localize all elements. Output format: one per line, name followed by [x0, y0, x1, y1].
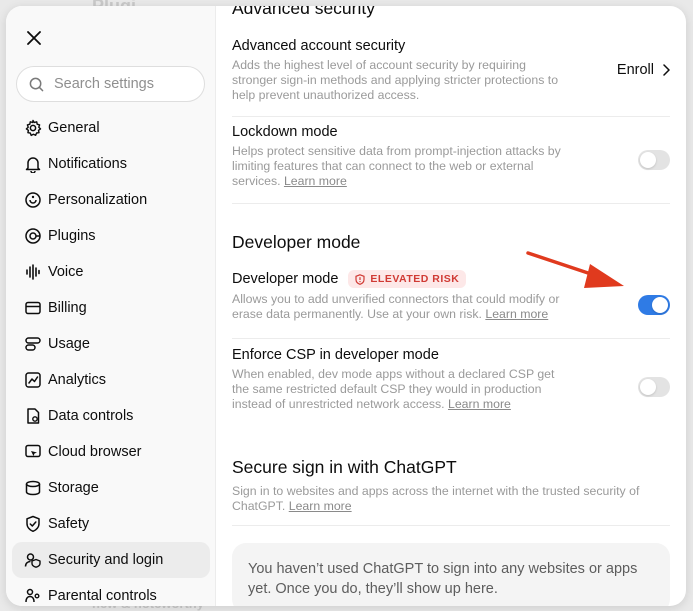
- secure-signin-desc: Sign in to websites and apps across the …: [232, 484, 640, 513]
- sidebar-item-plugins[interactable]: Plugins: [12, 218, 210, 254]
- developer-mode-desc: Allows you to add unverified connectors …: [232, 292, 560, 321]
- sidebar-item-label: Analytics: [48, 372, 107, 388]
- sidebar-item-label: Usage: [48, 336, 90, 352]
- advanced-account-desc: Adds the highest level of account securi…: [232, 58, 559, 102]
- sidebar-item-label: Personalization: [48, 192, 148, 208]
- developer-mode-heading: Developer mode: [232, 232, 361, 252]
- developer-mode-learn-more-link[interactable]: Learn more: [485, 307, 548, 321]
- search-input[interactable]: [54, 76, 194, 92]
- enforce-csp-title: Enforce CSP in developer mode: [232, 347, 439, 363]
- settings-modal: General Notifications Personalization Plugi…: [6, 6, 686, 606]
- sidebar-item-label: Parental controls: [48, 588, 157, 604]
- sidebar-item-parental-controls[interactable]: Parental controls: [12, 578, 210, 606]
- search-field[interactable]: [16, 66, 205, 102]
- sidebar-item-billing[interactable]: Billing: [12, 290, 210, 326]
- settings-content[interactable]: Advanced security Advanced account secur…: [216, 6, 686, 606]
- sidebar-item-personalization[interactable]: Personalization: [12, 182, 210, 218]
- settings-nav: General Notifications Personalization Plugi…: [12, 110, 210, 606]
- plugins-icon: [24, 227, 42, 245]
- sidebar-item-data-controls[interactable]: Data controls: [12, 398, 210, 434]
- bell-icon: [24, 155, 42, 173]
- personalization-icon: [24, 191, 42, 209]
- sidebar-item-label: General: [48, 120, 100, 136]
- close-icon: [27, 31, 41, 45]
- gear-icon: [24, 119, 42, 137]
- secure-signin-learn-more-link[interactable]: Learn more: [289, 499, 352, 513]
- lockdown-learn-more-link[interactable]: Learn more: [284, 174, 347, 188]
- sidebar-item-analytics[interactable]: Analytics: [12, 362, 210, 398]
- enforce-csp-row: Enforce CSP in developer mode When enabl…: [232, 347, 670, 412]
- sidebar-item-label: Billing: [48, 300, 87, 316]
- elevated-risk-badge: ELEVATED RISK: [348, 270, 467, 288]
- storage-icon: [24, 479, 42, 497]
- sidebar-item-label: Voice: [48, 264, 84, 280]
- cloud-browser-icon: [24, 443, 42, 461]
- security-icon: [24, 551, 42, 569]
- chevron-right-icon: [663, 64, 670, 76]
- sidebar-item-notifications[interactable]: Notifications: [12, 146, 210, 182]
- signin-empty-state: You haven’t used ChatGPT to sign into an…: [232, 543, 670, 606]
- sidebar-item-voice[interactable]: Voice: [12, 254, 210, 290]
- developer-mode-row: Developer mode ELEVATED RISK Allows you …: [232, 270, 670, 322]
- shield-icon: [24, 515, 42, 533]
- settings-sidebar: General Notifications Personalization Plugi…: [6, 6, 216, 606]
- advanced-account-row: Advanced account security Adds the highe…: [232, 38, 670, 103]
- sidebar-item-label: Storage: [48, 480, 99, 496]
- sidebar-item-label: Cloud browser: [48, 444, 142, 460]
- enroll-label: Enroll: [616, 62, 654, 78]
- sidebar-item-label: Safety: [48, 516, 90, 532]
- lockdown-desc: Helps protect sensitive data from prompt…: [232, 144, 561, 188]
- search-icon: [29, 77, 44, 91]
- alert-shield-icon: [355, 273, 366, 285]
- divider: [232, 525, 670, 526]
- enforce-csp-learn-more-link[interactable]: Learn more: [448, 397, 511, 411]
- enforce-csp-desc: When enabled, dev mode apps without a de…: [232, 367, 555, 411]
- voice-icon: [24, 263, 42, 281]
- advanced-security-heading: Advanced security: [232, 6, 375, 18]
- divider: [232, 338, 670, 339]
- divider: [232, 203, 670, 204]
- sidebar-item-usage[interactable]: Usage: [12, 326, 210, 362]
- enroll-button[interactable]: Enroll: [617, 62, 670, 78]
- sidebar-item-label: Data controls: [48, 408, 134, 424]
- parental-icon: [24, 587, 42, 605]
- sidebar-item-storage[interactable]: Storage: [12, 470, 210, 506]
- close-button[interactable]: [22, 26, 46, 50]
- sidebar-item-label: Notifications: [48, 156, 127, 172]
- divider: [232, 116, 670, 117]
- sidebar-item-label: Plugins: [48, 228, 96, 244]
- secure-signin-row: Sign in to websites and apps across the …: [232, 484, 670, 514]
- sidebar-item-label: Security and login: [48, 552, 164, 568]
- analytics-icon: [24, 371, 42, 389]
- developer-mode-toggle[interactable]: [638, 295, 670, 315]
- developer-mode-title: Developer mode ELEVATED RISK: [232, 270, 670, 288]
- usage-icon: [24, 335, 42, 353]
- sidebar-item-safety[interactable]: Safety: [12, 506, 210, 542]
- billing-icon: [24, 299, 42, 317]
- data-controls-icon: [24, 407, 42, 425]
- sidebar-item-security-and-login[interactable]: Security and login: [12, 542, 210, 578]
- lockdown-row: Lockdown mode Helps protect sensitive da…: [232, 124, 670, 189]
- sidebar-item-general[interactable]: General: [12, 110, 210, 146]
- lockdown-title: Lockdown mode: [232, 124, 338, 140]
- sidebar-item-cloud-browser[interactable]: Cloud browser: [12, 434, 210, 470]
- enforce-csp-toggle[interactable]: [638, 377, 670, 397]
- secure-signin-heading: Secure sign in with ChatGPT: [232, 457, 457, 477]
- lockdown-toggle[interactable]: [638, 150, 670, 170]
- advanced-account-title: Advanced account security: [232, 38, 406, 54]
